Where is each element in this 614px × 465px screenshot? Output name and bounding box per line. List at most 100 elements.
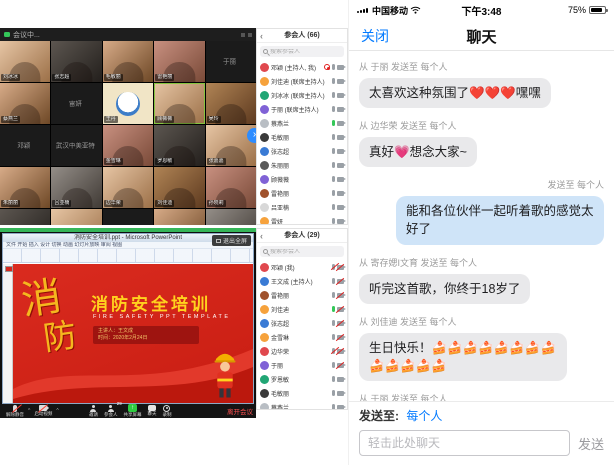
video-tile: 刘佳迪 (154, 167, 204, 208)
participant-row[interactable]: 吕亚楠 (257, 200, 347, 214)
mic-icon (332, 78, 335, 84)
participant-search-input[interactable] (270, 49, 341, 55)
video-tile-novideo: 武汉中美亚特 (51, 125, 101, 166)
avatar (260, 403, 269, 411)
mic-icon (332, 204, 335, 210)
camera-icon (337, 65, 344, 70)
avatar (260, 63, 269, 72)
record-button[interactable]: 录制 (162, 405, 171, 418)
chat-title: 聊天 (349, 26, 614, 47)
participant-row[interactable]: 雷艳丽 (257, 288, 347, 302)
participant-row[interactable]: 于丽 (257, 358, 347, 372)
invite-button[interactable]: 邀请 (89, 405, 98, 418)
participant-row[interactable]: 张志超 (257, 144, 347, 158)
avatar (260, 217, 269, 226)
avatar (260, 291, 269, 300)
start-video-button[interactable]: 启动视频 (34, 405, 52, 417)
exit-fullscreen-button[interactable]: 退出全屏 (212, 235, 251, 246)
message-meta: 从 于丽 发送至 每个人 (359, 60, 604, 73)
chat-message-input[interactable] (359, 430, 570, 456)
participant-row[interactable]: 罗恩敏 (257, 372, 347, 386)
clock-label: 下午3:48 (349, 3, 614, 18)
participants-panel: ‹ 参会人 (29) 邓颖 (我) 王文成 (主持人) 雷艳丽 刘佳迪 张志超 … (256, 228, 348, 410)
screenshot-canvas: 会议中... 刘冰冰 张志超 毛敏丽 雷艳丽 于丽 蔡燕兰 雷妍 王丹 顾薇薇 … (0, 0, 614, 465)
avatar (260, 77, 269, 86)
participants-panel-title: 参会人 (29) (284, 232, 319, 239)
avatar (260, 347, 269, 356)
participant-row[interactable]: 邓颖 (我) (257, 260, 347, 274)
video-tile: 毛敏丽 (103, 41, 153, 82)
message-list[interactable]: 从 于丽 发送至 每个人 太喜欢这种氛围了❤️❤️❤️嘿嘿 从 边华荣 发送至 … (349, 52, 614, 401)
participant-row[interactable]: 毛敏丽 (257, 130, 347, 144)
participant-row[interactable]: 雷艳丽 (257, 186, 347, 200)
participant-row[interactable]: 蔡燕兰 (257, 116, 347, 130)
mic-icon (332, 334, 335, 340)
panel-back-icon[interactable]: ‹ (260, 29, 263, 43)
participant-row[interactable]: 蔡燕兰 (257, 400, 347, 410)
participant-search[interactable] (260, 46, 344, 57)
video-options-chevron-icon[interactable]: ^ (56, 408, 58, 414)
window-maximize-icon[interactable] (248, 33, 252, 37)
video-tile-novideo: 邓颖 (0, 125, 50, 166)
participant-search[interactable] (260, 246, 344, 257)
video-tile: 孙晓莉 (206, 167, 256, 208)
participants-button[interactable]: 29参会人 (104, 405, 118, 418)
panel-back-icon[interactable]: ‹ (260, 229, 263, 243)
avatar (260, 91, 269, 100)
camera-off-icon (337, 265, 344, 270)
meeting-toolbar: 解除静音 ^ 启动视频 ^ 邀请 29参会人 ↑共享屏幕 聊天 录制 离开会议 (0, 404, 256, 418)
participant-row[interactable]: 王文成 (主持人) (257, 274, 347, 288)
mic-icon (332, 64, 335, 70)
participant-row[interactable]: 金雪琳 (257, 330, 347, 344)
camera-icon (337, 79, 344, 84)
camera-off-icon (39, 405, 47, 411)
mic-icon (332, 362, 335, 368)
next-page-arrow-button[interactable]: › (247, 128, 256, 143)
mic-muted-icon (13, 405, 17, 412)
slide-subtitle: FIRE SAFETY PPT TEMPLATE (93, 314, 231, 320)
mic-options-chevron-icon[interactable]: ^ (28, 408, 30, 414)
video-tile: 金雪琳 (103, 125, 153, 166)
chat-message-self: 发送至 每个人 能和各位伙伴一起听着歌的感觉太好了 (359, 178, 604, 244)
mic-icon (332, 278, 335, 284)
chat-button[interactable]: 聊天 (147, 405, 156, 417)
meeting-titlebar: 会议中... (0, 28, 256, 41)
window-minimize-icon[interactable] (241, 33, 245, 37)
participant-row[interactable]: 张志超 (257, 316, 347, 330)
camera-icon (337, 391, 344, 396)
message-bubble: 真好💗想念大家~ (359, 137, 477, 167)
share-screen-button[interactable]: ↑共享屏幕 (123, 404, 141, 418)
avatar (260, 189, 269, 198)
slide-title: 消防安全培训 (91, 290, 211, 315)
participant-row[interactable]: 刘冰冰 (联席主持人) (257, 88, 347, 102)
participant-row[interactable]: 刘佳迪 (联席主持人) (257, 74, 347, 88)
participant-row[interactable]: 邓颖 (主持人, 我) (257, 60, 347, 74)
avatar (260, 277, 269, 286)
mic-icon (332, 120, 335, 126)
mic-icon (332, 306, 335, 312)
message-meta: 从 寄存媤I文育 发送至 每个人 (359, 256, 604, 269)
avatar (260, 389, 269, 398)
participant-row[interactable]: 雷妍 (257, 214, 347, 225)
participant-row[interactable]: 边华荣 (257, 344, 347, 358)
participant-row[interactable]: 刘佳迪 (257, 302, 347, 316)
participant-search-input[interactable] (270, 249, 341, 255)
video-tile: 边华荣 (103, 167, 153, 208)
mic-icon (332, 404, 335, 410)
unmute-button[interactable]: 解除静音 (6, 405, 24, 418)
camera-icon (337, 93, 344, 98)
leave-meeting-button[interactable]: 离开会议 (227, 406, 253, 416)
avatar (260, 105, 269, 114)
send-button[interactable]: 发送 (578, 434, 604, 453)
participant-row[interactable]: 毛敏丽 (257, 386, 347, 400)
participant-row[interactable]: 顾薇薇 (257, 172, 347, 186)
message-meta: 发送至 每个人 (359, 178, 604, 191)
chat-nav-bar: 关闭 聊天 (349, 18, 614, 51)
participant-row[interactable]: 朱丽丽 (257, 158, 347, 172)
mic-muted-icon (332, 264, 335, 270)
send-to-audience-link[interactable]: 每个人 (406, 409, 442, 423)
camera-icon (337, 149, 344, 154)
participant-row[interactable]: 于丽 (联席主持人) (257, 102, 347, 116)
screenshare-screen: 退出全屏 消防安全培训.ppt - Microsoft PowerPoint 文… (0, 228, 256, 418)
video-tile: 吴玲 (206, 83, 256, 124)
